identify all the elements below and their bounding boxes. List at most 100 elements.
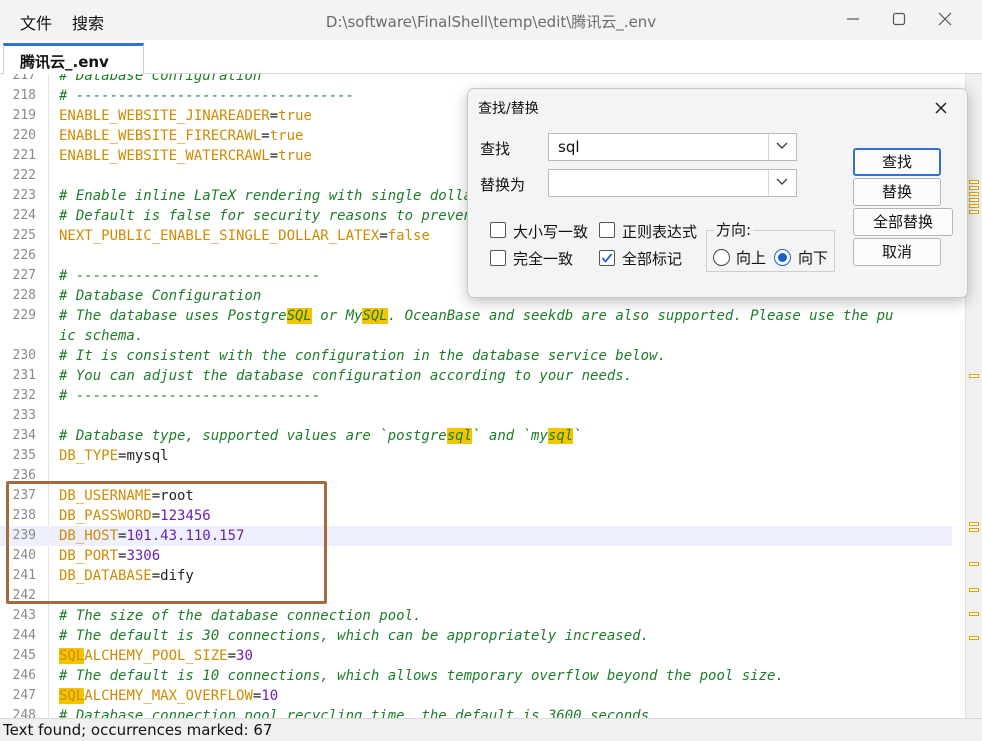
line-number: 233	[12, 408, 36, 423]
tab-env-file[interactable]: 腾讯云_.env	[3, 43, 144, 74]
replace-input[interactable]	[548, 169, 797, 197]
find-label: 查找	[480, 140, 511, 158]
minimize-icon	[847, 18, 859, 20]
code-token: # The size of the database connection po…	[59, 608, 422, 624]
code-token: false	[387, 228, 430, 244]
line-number: 225	[12, 228, 36, 243]
status-bar: Text found; occurrences marked: 67	[0, 718, 982, 741]
code-text: # -----------------------------	[59, 386, 320, 406]
code-line[interactable]: 246 # The default is 10 connections, whic…	[0, 666, 952, 686]
code-line[interactable]: 247 SQLALCHEMY_MAX_OVERFLOW=10	[0, 686, 952, 706]
regex-checkbox[interactable]	[599, 222, 615, 238]
code-token: =	[269, 148, 279, 164]
search-match: SQL	[286, 308, 312, 324]
checkmark-icon	[601, 253, 613, 263]
line-number: 222	[12, 168, 36, 183]
direction-down-radio[interactable]	[774, 249, 791, 266]
code-text: NEXT_PUBLIC_ENABLE_SINGLE_DOLLAR_LATEX=f…	[59, 226, 430, 246]
code-token: true	[278, 108, 312, 124]
line-number: 219	[12, 108, 36, 123]
dialog-close-button[interactable]	[930, 97, 952, 119]
code-token: 10	[261, 688, 279, 704]
find-replace-dialog: 查找/替换 查找 sql 替换为 大小写一致 正则表达式 完全一致 全部标记 方…	[467, 88, 968, 298]
close-icon	[935, 102, 947, 114]
menu-search[interactable]: 搜索	[72, 10, 104, 34]
code-token: # Database Configuration	[59, 288, 262, 304]
line-number: 231	[12, 368, 36, 383]
line-number: 224	[12, 208, 36, 223]
code-line[interactable]: 244 # The default is 30 connections, whic…	[0, 626, 952, 646]
code-text: DB_TYPE=mysql	[59, 446, 169, 466]
find-input[interactable]: sql	[548, 133, 797, 161]
code-line[interactable]: 248 # Database connection pool recycling …	[0, 706, 952, 718]
code-token: ENABLE_WEBSITE_JINAREADER	[59, 108, 270, 124]
dialog-title: 查找/替换	[478, 101, 539, 117]
line-number: 218	[12, 88, 36, 103]
tab-label: 腾讯云_.env	[20, 53, 109, 71]
code-text: # The default is 30 connections, which c…	[59, 626, 649, 646]
annotation-box	[6, 481, 327, 604]
find-dropdown-button[interactable]	[768, 134, 796, 160]
code-text: # The database uses PostgreSQL or MySQL.…	[59, 306, 893, 326]
code-line[interactable]: 231 # You can adjust the database configu…	[0, 366, 952, 386]
cancel-button[interactable]: 取消	[853, 238, 941, 266]
replace-button[interactable]: 替换	[853, 178, 941, 206]
regex-label: 正则表达式	[622, 223, 698, 241]
code-line[interactable]: 232 # -----------------------------	[0, 386, 952, 406]
maximize-icon	[892, 12, 906, 26]
line-number: 230	[12, 348, 36, 363]
search-marker	[969, 374, 979, 378]
replace-dropdown-button[interactable]	[768, 170, 796, 196]
code-text: ic schema.	[59, 326, 143, 346]
code-line[interactable]: 233	[0, 406, 952, 426]
direction-up-radio[interactable]	[713, 249, 730, 266]
code-line[interactable]: 230 # It is consistent with the configura…	[0, 346, 952, 366]
mark-all-checkbox[interactable]	[599, 250, 615, 266]
close-icon	[938, 12, 952, 26]
chevron-down-icon	[776, 178, 788, 185]
code-text: # Database connection pool recycling tim…	[59, 706, 657, 718]
line-number: 217	[12, 74, 36, 83]
code-token: # -----------------------------	[59, 388, 321, 404]
match-case-label: 大小写一致	[513, 223, 589, 241]
whole-word-checkbox[interactable]	[490, 250, 506, 266]
code-text: # Database Configuration	[59, 74, 261, 86]
maximize-button[interactable]	[876, 4, 922, 34]
code-text: ENABLE_WEBSITE_JINAREADER=true	[59, 106, 312, 126]
line-number: 220	[12, 128, 36, 143]
code-text: ENABLE_WEBSITE_FIRECRAWL=true	[59, 126, 303, 146]
close-window-button[interactable]	[922, 4, 968, 34]
code-line[interactable]: ic schema.	[0, 326, 952, 346]
line-number: 221	[12, 148, 36, 163]
menu-file[interactable]: 文件	[20, 10, 52, 34]
find-button[interactable]: 查找	[853, 148, 941, 176]
code-text: # You can adjust the database configurat…	[59, 366, 632, 386]
search-marker	[969, 186, 979, 190]
code-token: ` and `my	[472, 428, 548, 444]
search-marker	[969, 522, 979, 526]
line-number: 243	[12, 608, 36, 623]
code-token: ALCHEMY_POOL_SIZE	[84, 648, 228, 664]
code-token: or My	[311, 308, 363, 324]
code-text: # The default is 10 connections, which a…	[59, 666, 784, 686]
code-token: NEXT_PUBLIC_ENABLE_SINGLE_DOLLAR_LATEX	[59, 228, 380, 244]
replace-all-button[interactable]: 全部替换	[853, 208, 953, 236]
match-case-checkbox[interactable]	[490, 222, 506, 238]
code-line[interactable]: 234 # Database type, supported values are…	[0, 426, 952, 446]
code-token: DB_TYPE	[59, 448, 119, 464]
search-marker	[969, 588, 979, 592]
minimize-button[interactable]	[830, 4, 876, 34]
code-text: # Database type, supported values are `p…	[59, 426, 582, 446]
line-number: 226	[12, 248, 36, 263]
code-token: `	[573, 428, 582, 444]
code-token: # It is consistent with the configuratio…	[59, 348, 666, 364]
code-token: # The database uses Postgre	[59, 308, 287, 324]
code-line[interactable]: 245 SQLALCHEMY_POOL_SIZE=30	[0, 646, 952, 666]
search-marker	[969, 198, 979, 202]
code-line[interactable]: 229 # The database uses PostgreSQL or MyS…	[0, 306, 952, 326]
direction-up-label: 向上	[736, 249, 767, 267]
code-line[interactable]: 235 DB_TYPE=mysql	[0, 446, 952, 466]
code-line[interactable]: 243 # The size of the database connection…	[0, 606, 952, 626]
direction-label: 方向:	[714, 219, 754, 240]
code-line[interactable]: 217 # Database Configuration	[0, 74, 952, 86]
